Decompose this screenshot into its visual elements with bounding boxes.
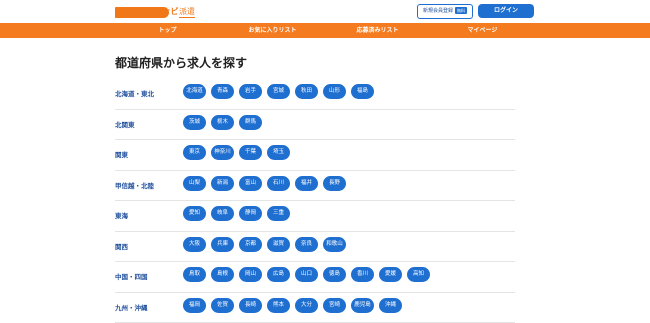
prefecture-button[interactable]: 福井	[295, 176, 318, 191]
nav-mypage[interactable]: マイページ	[430, 23, 535, 38]
prefecture-button[interactable]: 群馬	[239, 115, 262, 130]
prefecture-button[interactable]: 滋賀	[267, 237, 290, 252]
prefecture-button[interactable]: 茨城	[183, 115, 206, 130]
prefecture-button[interactable]: 愛媛	[379, 267, 402, 282]
prefecture-button[interactable]: 和歌山	[323, 237, 346, 252]
prefecture-button[interactable]: 宮城	[267, 84, 290, 99]
region-row: 北海道・東北 北海道青森岩手宮城秋田山形福島	[115, 79, 515, 110]
prefecture-button[interactable]: 三重	[267, 206, 290, 221]
prefecture-button[interactable]: 高知	[407, 267, 430, 282]
region-label: 関西	[115, 241, 128, 251]
nav-applied[interactable]: 応募済みリスト	[325, 23, 430, 38]
prefecture-button[interactable]: 秋田	[295, 84, 318, 99]
prefecture-button[interactable]: 鳥取	[183, 267, 206, 282]
prefecture-button[interactable]: 広島	[267, 267, 290, 282]
prefecture-button[interactable]: 岡山	[239, 267, 262, 282]
prefecture-button[interactable]: 大阪	[183, 237, 206, 252]
nav-favorites[interactable]: お気に入りリスト	[220, 23, 325, 38]
site-logo[interactable]: リクナビ 派遣	[115, 5, 225, 21]
logo-sub: 派遣	[179, 7, 195, 18]
region-label: 甲信越・北陸	[115, 180, 154, 190]
prefecture-button[interactable]: 沖縄	[379, 298, 402, 313]
prefecture-button[interactable]: 岐阜	[211, 206, 234, 221]
prefecture-list: 大阪兵庫京都滋賀奈良和歌山	[183, 237, 346, 252]
prefecture-button[interactable]: 富山	[239, 176, 262, 191]
prefecture-button[interactable]: 熊本	[267, 298, 290, 313]
prefecture-list: 茨城栃木群馬	[183, 115, 262, 130]
prefecture-button[interactable]: 愛知	[183, 206, 206, 221]
prefecture-button[interactable]: 神奈川	[211, 145, 234, 160]
global-nav: トップ お気に入りリスト 応募済みリスト マイページ	[0, 23, 650, 38]
region-label: 北関東	[115, 119, 135, 129]
login-button[interactable]: ログイン	[478, 4, 534, 18]
prefecture-button[interactable]: 栃木	[211, 115, 234, 130]
prefecture-button[interactable]: 岩手	[239, 84, 262, 99]
prefecture-button[interactable]: 大分	[295, 298, 318, 313]
region-row: 北関東 茨城栃木群馬	[115, 110, 515, 141]
region-row: 関東 東京神奈川千葉埼玉	[115, 140, 515, 171]
prefecture-list: 愛知岐阜静岡三重	[183, 206, 290, 221]
prefecture-button[interactable]: 東京	[183, 145, 206, 160]
prefecture-button[interactable]: 石川	[267, 176, 290, 191]
register-label: 新規会員登録	[423, 8, 453, 14]
prefecture-button[interactable]: 青森	[211, 84, 234, 99]
prefecture-button[interactable]: 奈良	[295, 237, 318, 252]
prefecture-button[interactable]: 島根	[211, 267, 234, 282]
page-title: 都道府県から求人を探す	[115, 55, 515, 71]
prefecture-button[interactable]: 静岡	[239, 206, 262, 221]
region-label: 中国・四国	[115, 271, 148, 281]
region-row: 甲信越・北陸 山梨新潟富山石川福井長野	[115, 171, 515, 202]
main-content: 都道府県から求人を探す 北海道・東北北海道青森岩手宮城秋田山形福島北関東茨城栃木…	[115, 55, 515, 71]
free-badge: 無料	[455, 7, 467, 14]
prefecture-button[interactable]: 宮崎	[323, 298, 346, 313]
prefecture-button[interactable]: 長野	[323, 176, 346, 191]
region-list: 北海道・東北 北海道青森岩手宮城秋田山形福島北関東 茨城栃木群馬関東 東京神奈川千葉埼…	[115, 79, 515, 323]
prefecture-button[interactable]: 新潟	[211, 176, 234, 191]
region-label: 関東	[115, 149, 128, 159]
prefecture-button[interactable]: 鹿児島	[351, 298, 374, 313]
nav-top[interactable]: トップ	[115, 23, 220, 38]
prefecture-list: 鳥取島根岡山広島山口徳島香川愛媛高知	[183, 267, 430, 282]
prefecture-button[interactable]: 兵庫	[211, 237, 234, 252]
prefecture-list: 山梨新潟富山石川福井長野	[183, 176, 346, 191]
prefecture-list: 東京神奈川千葉埼玉	[183, 145, 290, 160]
prefecture-button[interactable]: 北海道	[183, 84, 206, 99]
prefecture-button[interactable]: 福岡	[183, 298, 206, 313]
prefecture-button[interactable]: 佐賀	[211, 298, 234, 313]
region-label: 北海道・東北	[115, 88, 154, 98]
region-label: 九州・沖縄	[115, 302, 148, 312]
prefecture-button[interactable]: 山形	[323, 84, 346, 99]
prefecture-button[interactable]: 長崎	[239, 298, 262, 313]
region-row: 東海 愛知岐阜静岡三重	[115, 201, 515, 232]
register-button[interactable]: 新規会員登録無料	[417, 4, 473, 19]
prefecture-button[interactable]: 千葉	[239, 145, 262, 160]
prefecture-button[interactable]: 山梨	[183, 176, 206, 191]
prefecture-list: 福岡佐賀長崎熊本大分宮崎鹿児島沖縄	[183, 298, 402, 313]
prefecture-button[interactable]: 山口	[295, 267, 318, 282]
region-label: 東海	[115, 210, 128, 220]
prefecture-button[interactable]: 埼玉	[267, 145, 290, 160]
prefecture-button[interactable]: 香川	[351, 267, 374, 282]
site-header: リクナビ 派遣 新規会員登録無料 ログイン	[0, 0, 650, 23]
prefecture-button[interactable]: 福島	[351, 84, 374, 99]
region-row: 中国・四国 鳥取島根岡山広島山口徳島香川愛媛高知	[115, 262, 515, 293]
region-row: 九州・沖縄 福岡佐賀長崎熊本大分宮崎鹿児島沖縄	[115, 293, 515, 323]
prefecture-button[interactable]: 京都	[239, 237, 262, 252]
prefecture-list: 北海道青森岩手宮城秋田山形福島	[183, 84, 374, 99]
logo-mark: リクナビ	[145, 6, 179, 17]
region-row: 関西 大阪兵庫京都滋賀奈良和歌山	[115, 232, 515, 263]
prefecture-button[interactable]: 徳島	[323, 267, 346, 282]
